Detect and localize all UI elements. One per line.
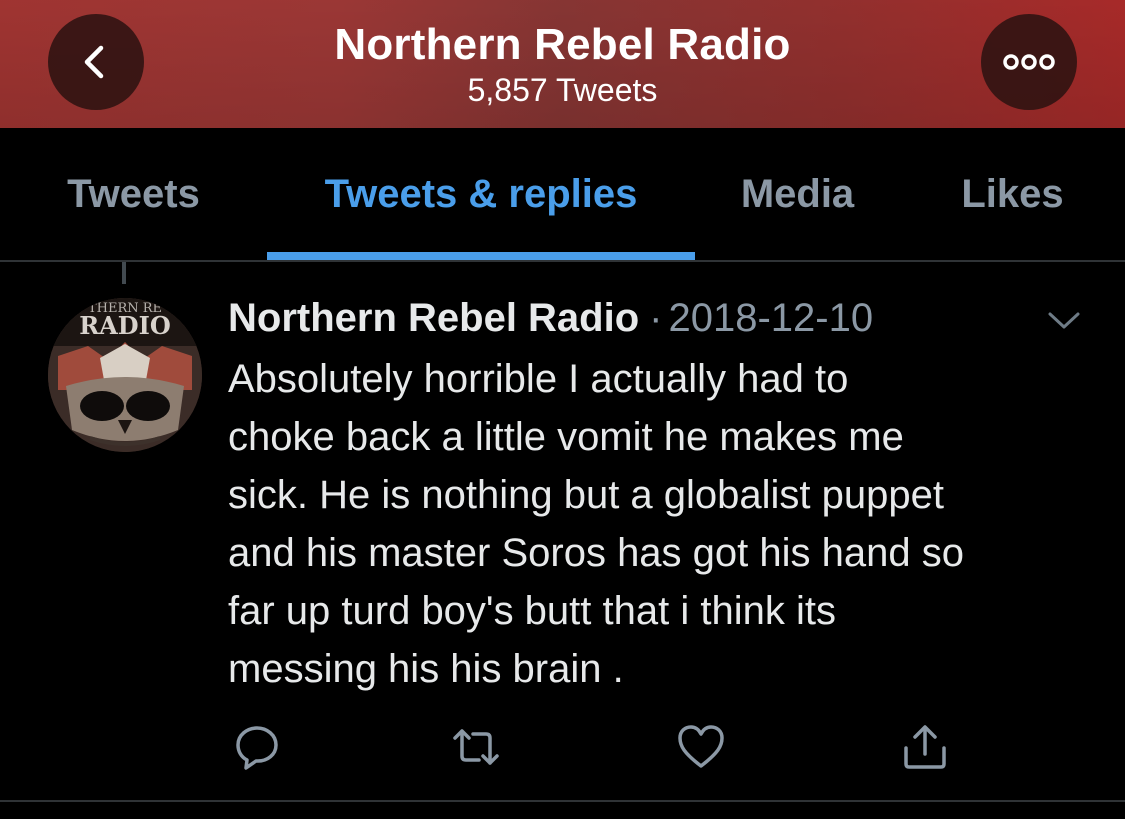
share-icon[interactable]	[900, 722, 950, 772]
tweet-text-line: and his master Soros has got his hand so	[228, 531, 964, 575]
tweet-text-line: sick. He is nothing but a globalist pupp…	[228, 473, 944, 517]
thread-connector	[122, 262, 126, 284]
tweet-divider	[0, 800, 1125, 802]
tweet-text-line: messing his his brain .	[228, 647, 624, 691]
tweet-text-line: Absolutely horrible I actually had to	[228, 357, 849, 401]
avatar-image: THERN RE RADIO	[48, 298, 202, 452]
tweet-date[interactable]: 2018-12-10	[668, 296, 873, 340]
like-icon[interactable]	[676, 722, 726, 772]
tweet-text: Absolutely horrible I actually had to ch…	[228, 350, 1108, 698]
tab-media[interactable]: Media	[695, 128, 900, 260]
chevron-down-icon[interactable]	[1044, 305, 1084, 335]
retweet-icon[interactable]	[451, 722, 501, 772]
profile-title: Northern Rebel Radio	[334, 20, 791, 69]
tab-likes[interactable]: Likes	[900, 128, 1125, 260]
separator-dot: ·	[649, 296, 663, 340]
tab-tweets-and-replies[interactable]: Tweets & replies	[267, 128, 695, 260]
profile-tabs: Tweets Tweets & replies Media Likes	[0, 128, 1125, 262]
ellipsis-icon	[1003, 54, 1055, 70]
more-button[interactable]	[981, 14, 1077, 110]
tweet-text-line: far up turd boy's butt that i think its	[228, 589, 836, 633]
reply-icon[interactable]	[232, 722, 282, 772]
profile-header: Northern Rebel Radio 5,857 Tweets	[0, 0, 1125, 128]
avatar[interactable]: THERN RE RADIO	[48, 298, 202, 452]
tweet-count: 5,857 Tweets	[467, 72, 658, 108]
tab-tweets[interactable]: Tweets	[0, 128, 267, 260]
active-tab-indicator	[267, 252, 695, 260]
author-name[interactable]: Northern Rebel Radio	[228, 296, 639, 340]
tweet-header: Northern Rebel Radio · 2018-12-10	[228, 296, 873, 341]
tweet-text-line: choke back a little vomit he makes me	[228, 415, 904, 459]
avatar-text-main: RADIO	[79, 311, 171, 340]
